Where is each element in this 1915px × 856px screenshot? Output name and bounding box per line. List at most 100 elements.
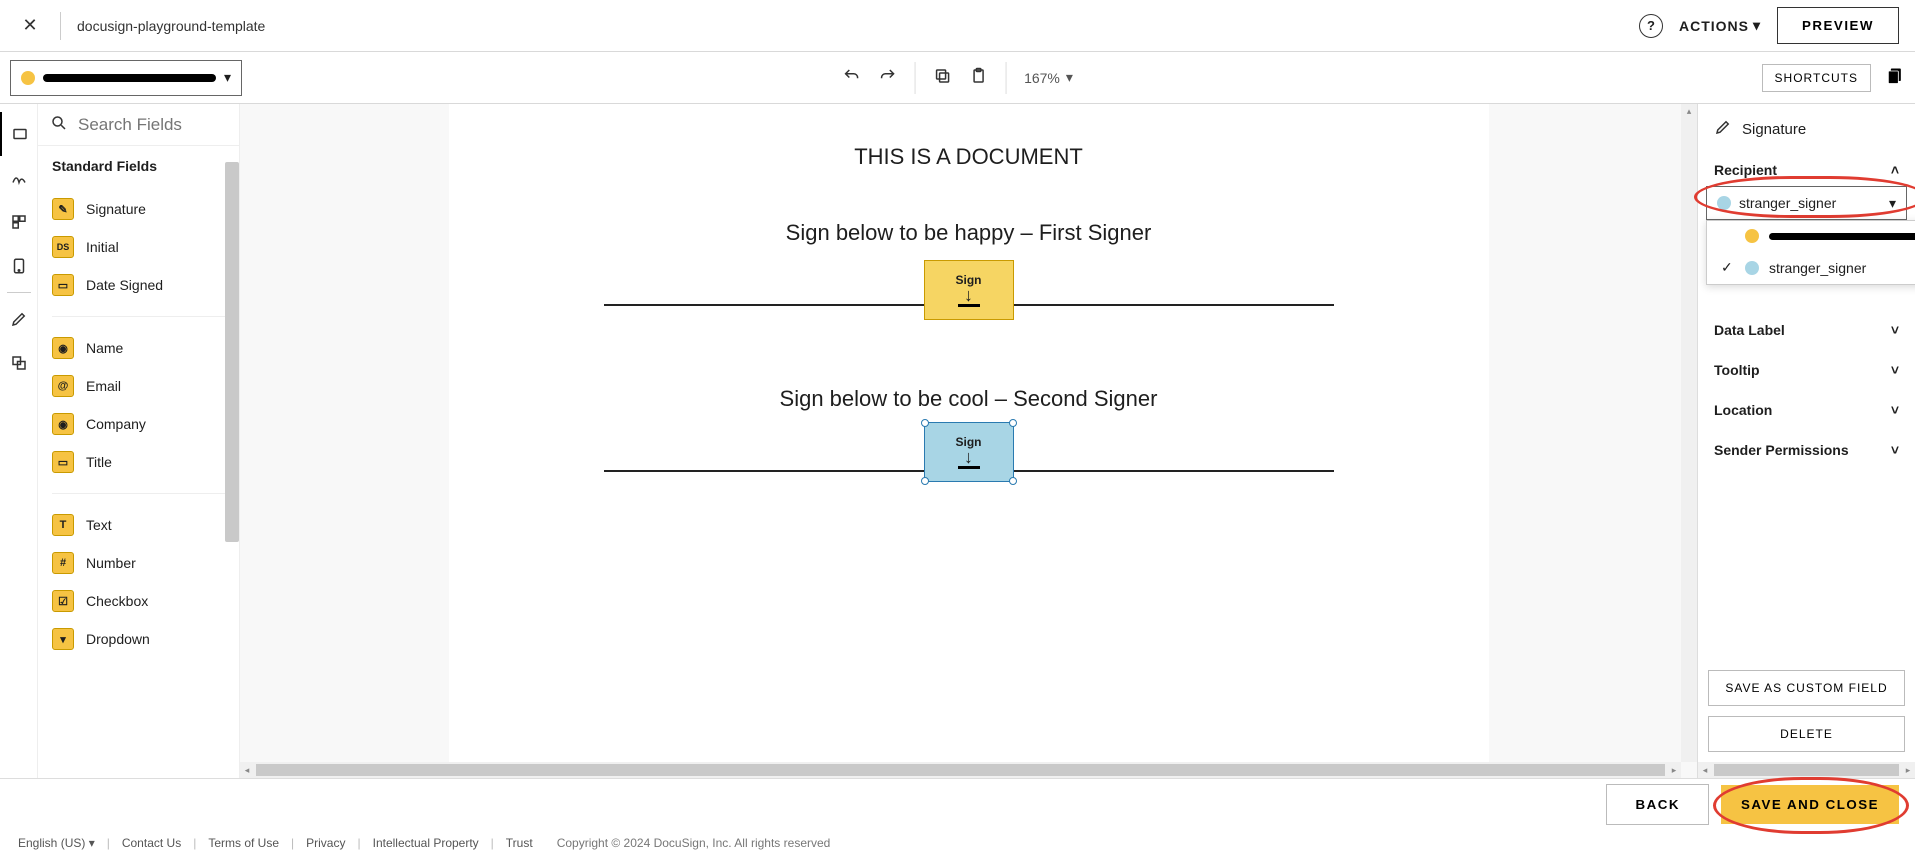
- briefcase-icon: ▭: [52, 451, 74, 473]
- footer-terms[interactable]: Terms of Use: [208, 836, 279, 850]
- chevron-down-icon: ▾: [1753, 17, 1761, 34]
- chevron-down-icon: ˅: [1891, 442, 1899, 458]
- text-icon: T: [52, 514, 74, 536]
- date-icon: ▭: [52, 274, 74, 296]
- preview-button[interactable]: PREVIEW: [1777, 7, 1899, 44]
- pencil-icon[interactable]: [0, 297, 38, 341]
- recipient-select[interactable]: stranger_signer ▾: [1706, 186, 1907, 220]
- bottom-bar: BACK SAVE AND CLOSE: [0, 778, 1915, 830]
- rp-location[interactable]: Location˅: [1698, 390, 1915, 430]
- field-email[interactable]: @Email: [38, 367, 239, 405]
- field-date-signed[interactable]: ▭Date Signed: [38, 266, 239, 304]
- field-name[interactable]: ◉Name: [38, 329, 239, 367]
- rail-standard-fields[interactable]: [0, 112, 38, 156]
- copyright: Copyright © 2024 DocuSign, Inc. All righ…: [557, 836, 831, 850]
- close-icon[interactable]: ✕: [16, 12, 44, 40]
- shortcuts-button[interactable]: SHORTCUTS: [1762, 64, 1871, 92]
- check-icon: ✓: [1721, 259, 1735, 276]
- rp-sender-permissions[interactable]: Sender Permissions˅: [1698, 430, 1915, 470]
- chevron-up-icon: ˄: [1891, 162, 1899, 178]
- rail-tablet[interactable]: [0, 244, 38, 288]
- signer-color-dot: [1745, 229, 1759, 243]
- resize-handle[interactable]: [1009, 477, 1017, 485]
- help-icon[interactable]: ?: [1639, 14, 1663, 38]
- copy-icon[interactable]: [933, 67, 951, 88]
- person-icon: ◉: [52, 337, 74, 359]
- footer-trust[interactable]: Trust: [506, 836, 533, 850]
- redo-icon[interactable]: [878, 67, 896, 88]
- field-initial[interactable]: DSInitial: [38, 228, 239, 266]
- signer-select[interactable]: ▾: [10, 60, 242, 96]
- undo-icon[interactable]: [842, 67, 860, 88]
- down-arrow-icon: ↓: [964, 453, 973, 462]
- resize-handle[interactable]: [1009, 419, 1017, 427]
- sign-text-1: Sign below to be happy – First Signer: [604, 220, 1334, 246]
- rp-tooltip[interactable]: Tooltip˅: [1698, 350, 1915, 390]
- field-text[interactable]: TText: [38, 506, 239, 544]
- save-custom-field-button[interactable]: SAVE AS CUSTOM FIELD: [1708, 670, 1905, 706]
- rail-custom-fields[interactable]: [0, 156, 38, 200]
- recipient-dropdown: ✓ stranger_signer: [1706, 220, 1915, 285]
- scrollbar-horizontal[interactable]: ◂▸: [1698, 762, 1915, 778]
- signer-color-dot: [1745, 261, 1759, 275]
- search-row: ✕: [38, 104, 239, 146]
- signature-field-1[interactable]: Sign ↓: [924, 260, 1014, 320]
- chevron-down-icon: ▾: [1889, 195, 1896, 212]
- resize-handle[interactable]: [921, 419, 929, 427]
- scrollbar-horizontal[interactable]: ◂▸: [240, 762, 1681, 778]
- initial-icon: DS: [52, 236, 74, 258]
- rail-prefill[interactable]: [0, 200, 38, 244]
- paste-icon[interactable]: [969, 67, 987, 88]
- zoom-control[interactable]: 167% ▾: [1024, 69, 1073, 86]
- search-icon: [50, 114, 68, 135]
- sign-text-2: Sign below to be cool – Second Signer: [604, 386, 1334, 412]
- rail-components[interactable]: [0, 341, 38, 385]
- actions-button[interactable]: ACTIONS ▾: [1679, 17, 1761, 34]
- rp-data-label[interactable]: Data Label˅: [1698, 310, 1915, 350]
- doc-heading: THIS IS A DOCUMENT: [854, 144, 1083, 170]
- field-title[interactable]: ▭Title: [38, 443, 239, 481]
- scrollbar-vertical[interactable]: ▴: [1681, 104, 1697, 762]
- email-icon: @: [52, 375, 74, 397]
- footer: English (US) ▾ | Contact Us | Terms of U…: [0, 830, 1915, 856]
- footer-contact[interactable]: Contact Us: [122, 836, 181, 850]
- number-icon: #: [52, 552, 74, 574]
- rp-recipient-header[interactable]: Recipient ˄: [1698, 154, 1915, 186]
- dropdown-icon: ▾: [52, 628, 74, 650]
- down-arrow-icon: ↓: [964, 291, 973, 300]
- signature-field-2-selected[interactable]: Sign ↓: [924, 422, 1014, 482]
- sign-block-1: Sign below to be happy – First Signer Si…: [604, 220, 1334, 306]
- panel-header: Standard Fields: [38, 146, 239, 186]
- recipient-option-1[interactable]: [1707, 221, 1915, 251]
- checkbox-icon: ☑: [52, 590, 74, 612]
- recipient-option-2[interactable]: ✓ stranger_signer: [1707, 251, 1915, 284]
- delete-button[interactable]: DELETE: [1708, 716, 1905, 752]
- field-checkbox[interactable]: ☑Checkbox: [38, 582, 239, 620]
- pencil-icon: [1714, 118, 1732, 140]
- footer-privacy[interactable]: Privacy: [306, 836, 345, 850]
- divider: [7, 292, 31, 293]
- redacted-name: [43, 74, 216, 82]
- field-signature[interactable]: ✎Signature: [38, 190, 239, 228]
- field-number[interactable]: #Number: [38, 544, 239, 582]
- divider: [60, 12, 61, 40]
- scrollbar-thumb[interactable]: [225, 162, 239, 542]
- divider: [914, 62, 915, 94]
- field-company[interactable]: ◉Company: [38, 405, 239, 443]
- resize-handle[interactable]: [921, 477, 929, 485]
- toolbar: ▾ 167% ▾ SHORTCUTS: [0, 52, 1915, 104]
- canvas[interactable]: THIS IS A DOCUMENT Sign below to be happ…: [240, 104, 1697, 778]
- language-select[interactable]: English (US) ▾: [18, 836, 95, 850]
- signer-color-dot: [21, 71, 35, 85]
- footer-ip[interactable]: Intellectual Property: [373, 836, 479, 850]
- company-icon: ◉: [52, 413, 74, 435]
- document-page: THIS IS A DOCUMENT Sign below to be happ…: [449, 104, 1489, 778]
- field-dropdown[interactable]: ▾Dropdown: [38, 620, 239, 658]
- chevron-down-icon: ▾: [224, 69, 231, 86]
- main: ✕ Standard Fields ✎Signature DSInitial ▭…: [0, 104, 1915, 778]
- header: ✕ docusign-playground-template ? ACTIONS…: [0, 0, 1915, 52]
- divider: [1005, 62, 1006, 94]
- documents-icon[interactable]: [1885, 66, 1905, 89]
- back-button[interactable]: BACK: [1606, 784, 1709, 825]
- save-and-close-button[interactable]: SAVE AND CLOSE: [1721, 785, 1899, 824]
